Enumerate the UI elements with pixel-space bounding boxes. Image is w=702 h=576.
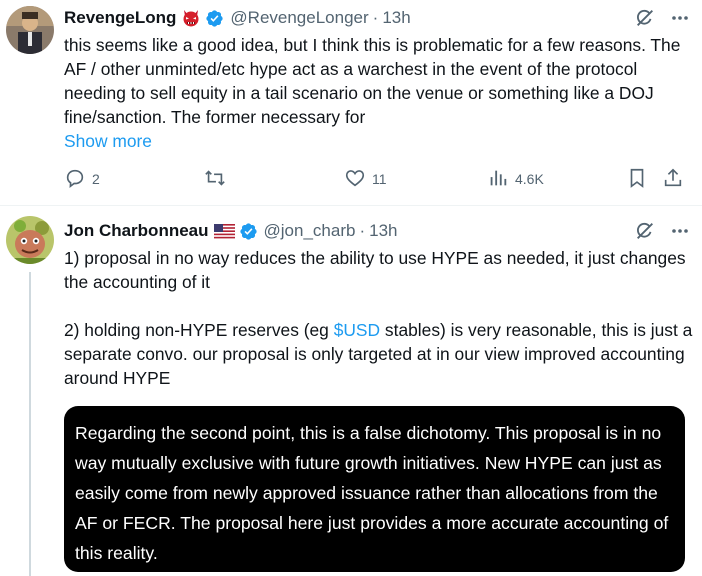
more-options-icon[interactable] [670,8,690,33]
views-button[interactable]: 4.6K [487,168,544,190]
verified-badge-icon [239,222,258,241]
views-icon [487,167,509,192]
separator-dot: · [372,8,379,27]
show-more-link[interactable]: Show more [64,131,152,151]
more-options-icon[interactable] [670,221,690,246]
paragraph-2-start: 2) holding non-HYPE reserves (eg [64,320,334,340]
image-text: Regarding the second point, this is a fa… [75,423,669,563]
us-flag-icon [213,223,235,239]
tweet-text-content: this seems like a good idea, but I think… [64,35,681,127]
attached-text-image[interactable]: Regarding the second point, this is a fa… [64,406,685,572]
reply-icon [64,167,86,192]
verified-badge-icon [205,9,224,28]
tweet-1[interactable]: RevengeLong @RevengeLonger · 13h this se… [0,0,702,205]
user-handle[interactable]: @jon_charb [264,221,356,241]
tweet-text: 1) proposal in no way reduces the abilit… [64,246,694,390]
bookmark-icon [626,167,648,192]
reply-button[interactable]: 2 [64,168,100,190]
view-count: 4.6K [515,171,544,187]
tweet-header: Jon Charbonneau @jon_charb · 13h [64,220,702,242]
tweet-text: this seems like a good idea, but I think… [64,33,694,153]
repost-icon [204,167,226,192]
separator-dot: · [359,221,366,240]
grok-icon[interactable] [634,7,656,34]
paragraph-1: 1) proposal in no way reduces the abilit… [64,248,686,292]
like-count: 11 [372,171,387,187]
reply-count: 2 [92,171,100,187]
timestamp[interactable]: 13h [369,221,397,241]
share-icon [662,167,684,192]
repost-button[interactable] [204,168,232,190]
user-handle[interactable]: @RevengeLonger [230,8,368,28]
heart-icon [344,167,366,192]
bookmark-button[interactable] [626,168,648,190]
devil-emoji-icon [181,8,201,28]
tweet-actions: 2 11 4.6K [64,168,690,190]
timestamp[interactable]: 13h [382,8,410,28]
avatar[interactable] [6,6,54,54]
paragraph-2: 2) holding non-HYPE reserves (eg $USD st… [64,318,694,390]
grok-icon[interactable] [634,220,656,247]
cashtag-link[interactable]: $USD [334,320,380,340]
avatar[interactable] [6,216,54,264]
tweet-2[interactable]: Jon Charbonneau @jon_charb · 13h 1) prop… [0,206,702,576]
like-button[interactable]: 11 [344,168,387,190]
display-name[interactable]: RevengeLong [64,8,176,28]
share-button[interactable] [662,168,684,190]
tweet-header: RevengeLong @RevengeLonger · 13h [64,7,702,29]
display-name[interactable]: Jon Charbonneau [64,221,209,241]
